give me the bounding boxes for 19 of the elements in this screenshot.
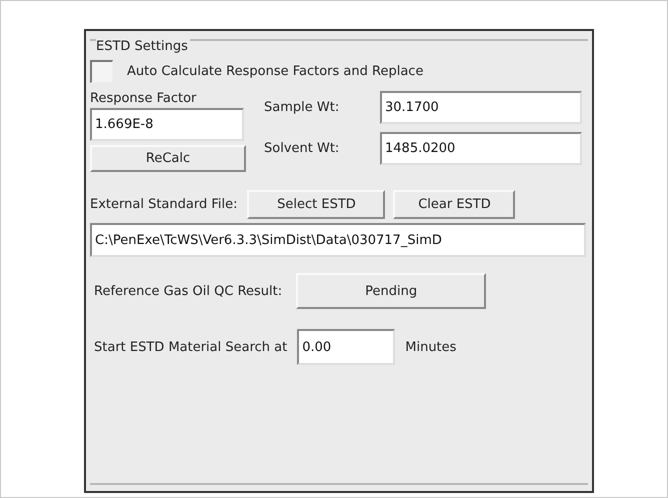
file-button[interactable]: Clear ESTD <box>393 190 516 219</box>
field-label: Sample Wt: <box>264 100 340 115</box>
field-label: External Standard File: <box>90 197 238 212</box>
recalc-button[interactable]: ReCalc <box>90 145 246 172</box>
input-field[interactable]: 1.669E-8 <box>90 108 244 141</box>
file-button[interactable]: Select ESTD <box>247 190 386 219</box>
checkbox-label: Auto Calculate Response Factors and Replace <box>127 64 424 79</box>
file-path-field[interactable]: C:\PenExe\TcWS\Ver6.3.3\SimDist\Data\030717_SimD <box>90 223 586 257</box>
field-label: Response Factor <box>90 91 198 106</box>
input-field[interactable]: 30.1700 <box>380 91 582 124</box>
field-label: Reference Gas Oil QC Result: <box>94 284 282 298</box>
checkbox[interactable] <box>90 60 113 83</box>
group-title: ESTD Settings <box>96 39 190 54</box>
input-field[interactable]: 1485.0200 <box>380 132 582 165</box>
field-label: Start ESTD Material Search at <box>94 340 288 354</box>
qc-result-button[interactable]: Pending <box>296 273 486 309</box>
unit-label: Minutes <box>405 340 456 354</box>
field-label: Solvent Wt: <box>264 141 340 156</box>
input-field[interactable]: 0.00 <box>297 329 396 365</box>
